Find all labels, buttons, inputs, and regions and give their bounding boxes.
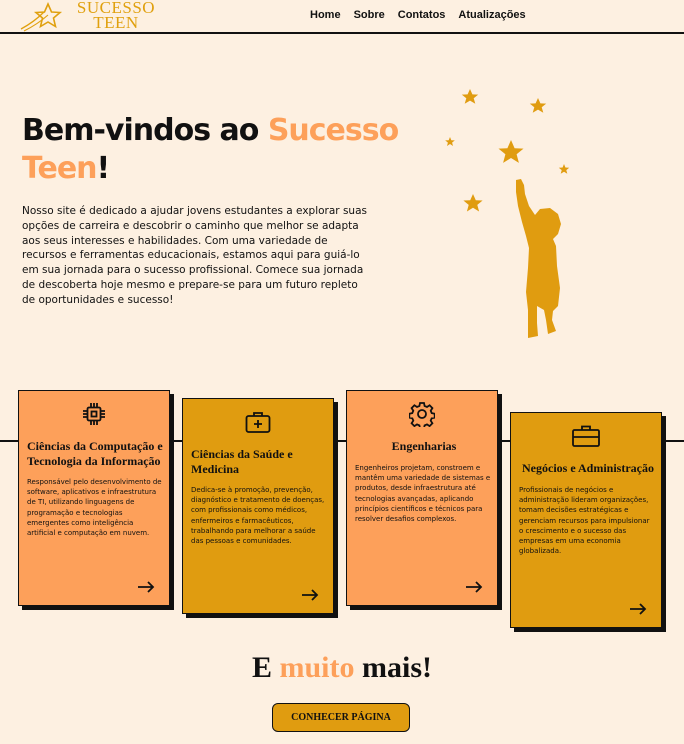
star-logo-icon — [20, 2, 63, 32]
card-title: Engenharias — [391, 439, 457, 453]
hero-title: Bem-vindos ao Sucesso Teen! — [22, 112, 402, 188]
more-prefix: E — [251, 651, 280, 684]
nav-home[interactable]: Home — [310, 9, 341, 21]
card-engenharias[interactable]: Engenharias Engenheiros projetam, constr… — [346, 390, 498, 606]
arrow-right-icon[interactable] — [465, 581, 483, 593]
child-reaching-stars-illustration — [445, 89, 570, 338]
card-negocios[interactable]: Negócios e Administração Profissionais d… — [510, 412, 662, 628]
card-description: Dedica-se à promoção, prevenção, diagnós… — [191, 486, 325, 546]
nav-sobre[interactable]: Sobre — [354, 9, 385, 21]
nav-contatos[interactable]: Contatos — [398, 9, 446, 21]
arrow-right-icon[interactable] — [629, 603, 647, 615]
star-icon — [529, 98, 547, 113]
card-description: Engenheiros projetam, constroem e mantêm… — [355, 464, 491, 524]
briefcase-icon — [511, 423, 661, 449]
nav-atualizacoes[interactable]: Atualizações — [458, 9, 525, 21]
chip-icon — [19, 401, 169, 427]
hero-title-suffix: ! — [96, 151, 111, 186]
more-suffix: mais! — [354, 651, 432, 684]
star-icon — [498, 140, 524, 163]
brand-line-2: TEEN — [93, 13, 139, 32]
site-header: SUCESSO TEEN Home Sobre Contatos Atualiz… — [0, 0, 684, 34]
star-icon — [461, 89, 479, 104]
arrow-right-icon[interactable] — [137, 581, 155, 593]
conhecer-pagina-button[interactable]: CONHECER PÁGINA — [272, 703, 410, 732]
more-heading: E muito mais! — [0, 648, 684, 688]
child-silhouette — [516, 179, 561, 338]
card-description: Profissionais de negócios e administraçã… — [519, 486, 650, 556]
star-icon — [558, 164, 570, 174]
hero-title-prefix: Bem-vindos ao — [22, 113, 268, 148]
brand-name: SUCESSO TEEN — [70, 0, 162, 32]
card-saude[interactable]: Ciências da Saúde e Medicina Dedica-se à… — [182, 398, 334, 614]
brand-logo[interactable]: SUCESSO TEEN — [18, 0, 155, 32]
main-nav: Home Sobre Contatos Atualizações — [310, 9, 526, 21]
card-title: Ciências da Saúde e Medicina — [191, 447, 293, 476]
gear-icon — [347, 401, 497, 427]
card-title: Negócios e Administração — [522, 461, 654, 475]
card-computacao[interactable]: Ciências da Computação e Tecnologia da I… — [18, 390, 170, 606]
hero-description: Nosso site é dedicado a ajudar jovens es… — [22, 205, 367, 306]
medkit-icon — [183, 409, 333, 435]
arrow-right-icon[interactable] — [301, 589, 319, 601]
more-accent: muito — [279, 651, 355, 684]
card-description: Responsável pelo desenvolvimento de soft… — [27, 478, 162, 538]
star-icon — [445, 137, 455, 146]
card-title: Ciências da Computação e Tecnologia da I… — [27, 439, 163, 468]
star-icon — [463, 194, 483, 212]
